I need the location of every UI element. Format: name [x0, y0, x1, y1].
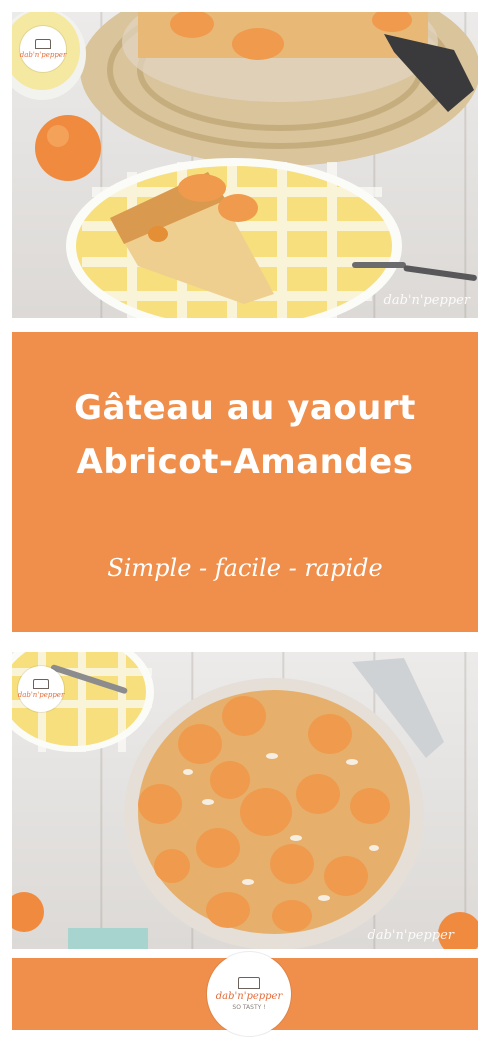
recipe-title-line-1: Gâteau au yaourt [74, 388, 416, 428]
brand-name: dab'n'pepper [17, 691, 65, 699]
top-photo: dab'n'pepper dab'n'pepper [12, 12, 478, 318]
footer-banner: dab'n'pepper SO TASTY ! [12, 952, 478, 1036]
bottom-photo: dab'n'pepper dab'n'pepper [12, 652, 478, 949]
recipe-title-line-2: Abricot-Amandes [76, 442, 414, 482]
title-banner: Gâteau au yaourt Abricot-Amandes Simple … [12, 332, 478, 632]
footer-logo: dab'n'pepper SO TASTY ! [207, 952, 291, 1036]
top-photo-illustration [12, 12, 478, 318]
watermark-bottom: dab'n'pepper [367, 928, 454, 943]
brand-name: dab'n'pepper [19, 51, 67, 59]
watermark-top: dab'n'pepper [383, 293, 470, 308]
footer-brand-tagline: SO TASTY ! [232, 1004, 266, 1011]
footer-brand-name: dab'n'pepper [215, 991, 283, 1002]
apricot-left [12, 892, 44, 932]
logo-badge-top: dab'n'pepper [20, 26, 66, 72]
apricot [35, 115, 101, 181]
bottom-photo-illustration [12, 652, 478, 949]
napkin [68, 928, 148, 949]
logo-badge-bottom: dab'n'pepper [18, 666, 64, 712]
recipe-tagline: Simple - facile - rapide [107, 554, 383, 582]
